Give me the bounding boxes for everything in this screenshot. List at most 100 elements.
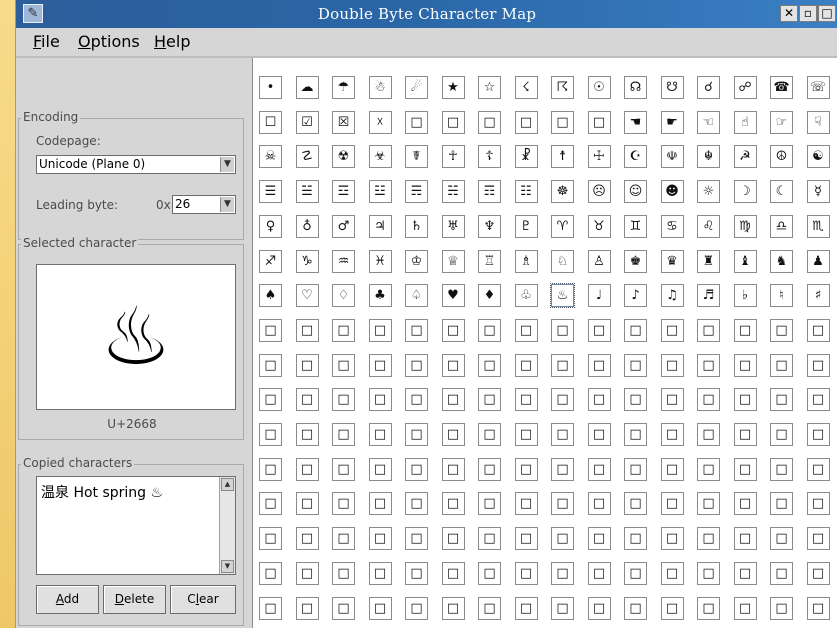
- char-cell[interactable]: ♬: [697, 284, 720, 308]
- chevron-down-icon[interactable]: ▼: [220, 197, 234, 212]
- char-cell[interactable]: ♛: [660, 249, 684, 273]
- char-cell[interactable]: □: [733, 388, 757, 412]
- char-cell[interactable]: □: [405, 388, 428, 412]
- char-cell[interactable]: □: [624, 596, 647, 620]
- char-cell[interactable]: ♀: [259, 214, 282, 238]
- char-cell[interactable]: ★: [441, 76, 465, 99]
- char-cell[interactable]: ♈: [551, 214, 574, 238]
- char-cell[interactable]: ♗: [514, 249, 538, 273]
- char-cell[interactable]: □: [478, 353, 501, 377]
- char-cell[interactable]: □: [806, 492, 830, 516]
- char-cell[interactable]: □: [295, 388, 319, 412]
- char-cell[interactable]: □: [587, 492, 611, 516]
- char-cell[interactable]: ☞: [770, 110, 793, 134]
- char-cell[interactable]: □: [478, 388, 501, 412]
- char-cell[interactable]: ♫: [660, 284, 684, 308]
- char-cell[interactable]: □: [551, 527, 574, 551]
- char-cell[interactable]: □: [733, 353, 757, 377]
- char-cell[interactable]: ♩: [587, 284, 611, 308]
- char-cell[interactable]: □: [806, 561, 830, 585]
- menu-options[interactable]: Options: [78, 32, 140, 51]
- char-cell[interactable]: ☰: [259, 180, 282, 204]
- char-cell[interactable]: ♎: [770, 214, 793, 238]
- char-cell[interactable]: □: [770, 561, 793, 585]
- char-cell[interactable]: □: [660, 457, 684, 481]
- char-cell[interactable]: □: [441, 318, 465, 342]
- char-cell[interactable]: ♄: [405, 214, 428, 238]
- char-cell[interactable]: ♧: [514, 284, 538, 308]
- maximize-button[interactable]: □: [818, 5, 836, 22]
- chevron-down-icon[interactable]: ▼: [220, 157, 234, 172]
- char-cell[interactable]: □: [368, 492, 392, 516]
- char-cell[interactable]: □: [587, 457, 611, 481]
- add-button[interactable]: Add: [36, 585, 99, 614]
- char-cell[interactable]: □: [551, 110, 574, 134]
- char-cell[interactable]: □: [405, 110, 428, 134]
- char-cell[interactable]: ☜: [697, 110, 720, 134]
- char-cell[interactable]: □: [697, 318, 720, 342]
- char-cell[interactable]: □: [405, 423, 428, 446]
- char-cell[interactable]: □: [259, 423, 282, 446]
- char-cell[interactable]: □: [295, 527, 319, 551]
- char-cell[interactable]: ♍: [733, 214, 757, 238]
- char-cell[interactable]: □: [770, 596, 793, 620]
- char-cell[interactable]: ♐: [259, 249, 282, 273]
- char-cell[interactable]: ☚: [624, 110, 647, 134]
- char-cell[interactable]: □: [478, 561, 501, 585]
- char-cell[interactable]: ♘: [551, 249, 574, 273]
- char-cell[interactable]: □: [514, 492, 538, 516]
- char-cell[interactable]: □: [806, 318, 830, 342]
- char-cell[interactable]: □: [697, 492, 720, 516]
- char-cell[interactable]: ☈: [551, 76, 574, 99]
- char-cell[interactable]: □: [806, 596, 830, 620]
- char-cell[interactable]: ♊: [624, 214, 647, 238]
- char-cell[interactable]: □: [770, 353, 793, 377]
- char-cell[interactable]: ♖: [478, 249, 501, 273]
- char-cell[interactable]: □: [332, 388, 355, 412]
- char-cell[interactable]: □: [405, 492, 428, 516]
- char-cell[interactable]: ☱: [295, 180, 319, 204]
- char-cell[interactable]: □: [478, 423, 501, 446]
- char-cell[interactable]: □: [587, 527, 611, 551]
- char-cell[interactable]: □: [441, 110, 465, 134]
- char-cell[interactable]: ☇: [514, 76, 538, 99]
- char-cell[interactable]: □: [551, 318, 574, 342]
- char-cell[interactable]: □: [441, 388, 465, 412]
- char-cell[interactable]: ☲: [332, 180, 355, 204]
- char-cell[interactable]: ☟: [806, 110, 830, 134]
- char-cell[interactable]: □: [697, 596, 720, 620]
- char-cell[interactable]: ♞: [770, 249, 793, 273]
- char-cell[interactable]: □: [733, 492, 757, 516]
- leading-byte-select[interactable]: 26 ▼: [172, 195, 236, 214]
- title-bar[interactable]: ✎ Double Byte Character Map ✕ ▫ □: [16, 0, 837, 28]
- char-cell[interactable]: ☄: [405, 76, 428, 99]
- char-cell[interactable]: □: [295, 318, 319, 342]
- char-cell[interactable]: ☧: [514, 145, 538, 169]
- char-cell[interactable]: ☫: [660, 145, 684, 169]
- char-cell[interactable]: □: [770, 318, 793, 342]
- char-cell[interactable]: ♡: [295, 284, 319, 308]
- char-cell[interactable]: □: [587, 388, 611, 412]
- char-cell[interactable]: □: [332, 457, 355, 481]
- char-cell[interactable]: ☐: [259, 110, 282, 134]
- minimize-button[interactable]: ▫: [799, 5, 817, 22]
- char-cell[interactable]: □: [405, 318, 428, 342]
- char-cell[interactable]: □: [332, 527, 355, 551]
- char-cell[interactable]: □: [441, 596, 465, 620]
- char-cell[interactable]: □: [551, 561, 574, 585]
- char-cell[interactable]: □: [368, 457, 392, 481]
- char-cell[interactable]: □: [514, 110, 538, 134]
- char-cell[interactable]: □: [441, 457, 465, 481]
- char-cell[interactable]: ♋: [660, 214, 684, 238]
- char-cell[interactable]: □: [368, 353, 392, 377]
- char-cell[interactable]: □: [660, 353, 684, 377]
- char-cell[interactable]: ☪: [624, 145, 647, 169]
- char-cell[interactable]: ☠: [259, 145, 282, 169]
- char-cell[interactable]: ☸: [551, 180, 574, 204]
- char-cell[interactable]: ☎: [770, 76, 793, 99]
- char-cell[interactable]: □: [332, 353, 355, 377]
- char-cell[interactable]: ☌: [697, 76, 720, 99]
- char-cell[interactable]: □: [514, 457, 538, 481]
- char-cell[interactable]: ☳: [368, 180, 392, 204]
- char-cell[interactable]: □: [405, 457, 428, 481]
